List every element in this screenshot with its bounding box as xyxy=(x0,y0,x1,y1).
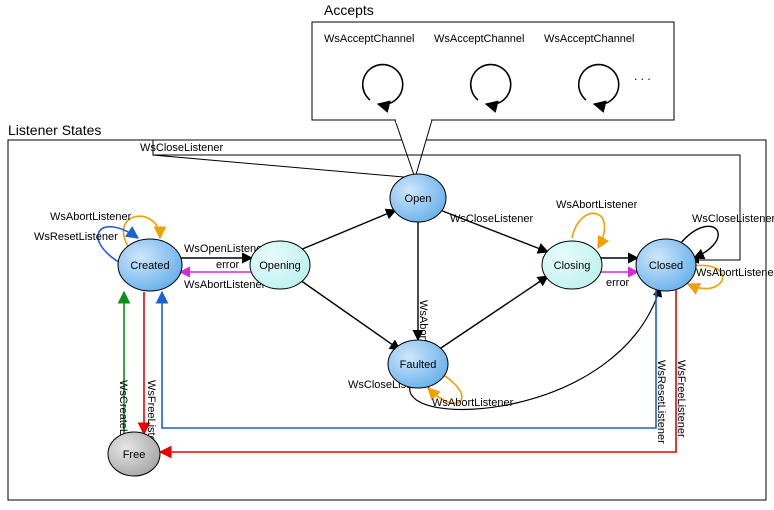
svg-text:Open: Open xyxy=(405,193,432,205)
accepts-title: Accepts xyxy=(324,2,374,18)
lbl-opening-error: error xyxy=(216,259,240,271)
state-closed: Closed xyxy=(636,239,696,291)
accepts-ellipsis: . . . xyxy=(634,69,651,83)
svg-text:Created: Created xyxy=(130,260,169,272)
lbl-closed-free: WsFreeListener xyxy=(675,360,687,438)
svg-text:Faulted: Faulted xyxy=(400,359,437,371)
state-opening: Opening xyxy=(250,241,310,289)
state-free: Free xyxy=(108,432,160,476)
svg-text:Closed: Closed xyxy=(649,260,683,272)
svg-text:Opening: Opening xyxy=(259,260,301,272)
edge-opening-open xyxy=(300,210,396,250)
svg-text:Free: Free xyxy=(123,449,146,461)
state-faulted: Faulted xyxy=(388,340,448,388)
listener-state-diagram: Listener States Accepts WsAcceptChannel … xyxy=(0,0,774,510)
svg-text:WsAcceptChannel: WsAcceptChannel xyxy=(434,33,525,45)
state-created: Created xyxy=(118,239,182,291)
svg-text:WsAcceptChannel: WsAcceptChannel xyxy=(324,33,415,45)
accepts-callout xyxy=(395,120,432,178)
lbl-closing-closed-err: error xyxy=(606,277,630,289)
edge-top-close: WsCloseListener xyxy=(140,142,223,154)
edge-faulted-closing xyxy=(438,276,548,350)
svg-text:WsAcceptChannel: WsAcceptChannel xyxy=(544,33,635,45)
state-closing: Closing xyxy=(542,241,602,289)
lbl-closed-close: WsCloseListener xyxy=(692,213,774,225)
svg-text:Closing: Closing xyxy=(554,260,591,272)
lbl-closed-abort: WsAbortListener xyxy=(696,267,774,279)
diagram-title: Listener States xyxy=(8,122,101,138)
lbl-created-reset: WsResetListener xyxy=(34,231,118,243)
edge-faulted-closed xyxy=(410,288,660,409)
edge-opening-faulted xyxy=(300,280,400,350)
lbl-open-closing: WsCloseListener xyxy=(450,213,533,225)
lbl-closing-self: WsAbortListener xyxy=(556,199,638,211)
state-open: Open xyxy=(390,174,446,222)
lbl-closed-reset: WsResetListener xyxy=(655,360,667,444)
lbl-created-abort: WsAbortListener xyxy=(50,211,132,223)
lbl-opening-error2: WsAbortListener xyxy=(184,279,266,291)
lbl-faulted-self: WsAbortListener xyxy=(432,397,514,409)
